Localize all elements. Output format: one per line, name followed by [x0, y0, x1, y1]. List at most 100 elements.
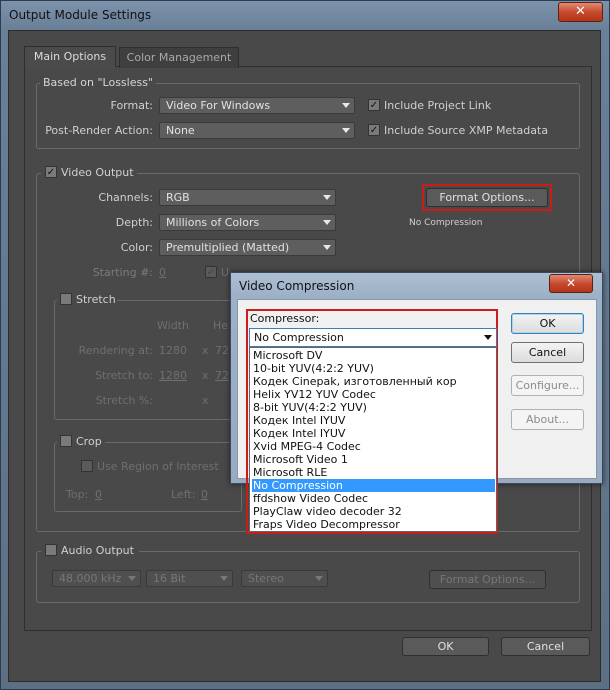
compressor-select[interactable]: No Compression	[249, 328, 497, 347]
video-output-checkbox[interactable]: ✓	[45, 166, 57, 178]
include-project-link-checkbox[interactable]: ✓	[368, 99, 380, 111]
vc-configure-button[interactable]: Configure...	[511, 375, 584, 396]
tab-main-options[interactable]: Main Options	[24, 46, 116, 67]
vc-about-button[interactable]: About...	[511, 409, 584, 430]
stretch-to-label: Stretch to:	[95, 369, 153, 382]
audio-rate-select[interactable]: 48.000 kHz	[52, 570, 141, 587]
chevron-down-icon	[342, 128, 350, 133]
ok-button[interactable]: OK	[402, 637, 489, 656]
width-column-header: Width	[157, 319, 189, 332]
compressor-dropdown-list: Microsoft DV 10-bit YUV(4:2:2 YUV) Кодек…	[249, 347, 497, 532]
rendering-at-label: Rendering at:	[78, 344, 153, 357]
use-comp-frame-label: U	[221, 266, 230, 279]
starting-number-label: Starting #:	[92, 266, 153, 279]
rendering-at-width: 1280	[159, 344, 187, 357]
video-compression-title: Video Compression	[239, 279, 355, 293]
crop-left-field[interactable]: 0	[201, 488, 208, 501]
starting-number-field[interactable]: 0	[159, 266, 166, 279]
close-icon: ✕	[565, 276, 577, 290]
audio-output-checkbox[interactable]	[45, 544, 57, 556]
channels-label: Channels:	[98, 191, 153, 204]
video-compression-close-button[interactable]: ✕	[549, 274, 593, 293]
crop-group	[54, 442, 242, 512]
audio-rate-value: 48.000 kHz	[59, 572, 122, 585]
stretch-to-height-field[interactable]: 72	[215, 369, 229, 382]
compressor-option[interactable]: Кодек Intel IYUV	[252, 414, 495, 427]
crop-left-label: Left:	[171, 488, 196, 501]
audio-output-label: Audio Output	[61, 544, 134, 557]
cancel-button[interactable]: Cancel	[501, 637, 590, 656]
vc-cancel-button[interactable]: Cancel	[511, 342, 584, 363]
crop-label: Crop	[76, 435, 102, 448]
use-roi-label: Use Region of Interest	[97, 460, 219, 473]
crop-top-label: Top:	[66, 488, 89, 501]
chevron-down-icon	[128, 576, 136, 581]
crop-top-field[interactable]: 0	[95, 488, 102, 501]
compressor-option[interactable]: PlayClaw video decoder 32	[252, 505, 495, 518]
stretch-to-x: x	[202, 369, 209, 382]
include-xmp-label: Include Source XMP Metadata	[384, 124, 549, 137]
format-select-value: Video For Windows	[166, 99, 271, 112]
tab-color-management[interactable]: Color Management	[119, 47, 239, 68]
based-on-group	[36, 83, 580, 149]
audio-format-options-button[interactable]: Format Options...	[429, 570, 546, 589]
channels-select[interactable]: RGB	[159, 189, 336, 206]
compressor-label: Compressor:	[250, 312, 320, 325]
depth-label: Depth:	[115, 216, 153, 229]
color-label: Color:	[120, 241, 153, 254]
audio-bits-value: 16 Bit	[153, 572, 186, 585]
depth-select[interactable]: Millions of Colors	[159, 214, 336, 231]
compressor-option[interactable]: Microsoft Video 1	[252, 453, 495, 466]
rendering-at-x: x	[202, 344, 209, 357]
stretch-label: Stretch	[76, 293, 116, 306]
post-render-select[interactable]: None	[159, 122, 355, 139]
window-close-button[interactable]: ✕	[558, 2, 603, 22]
compressor-option[interactable]: ffdshow Video Codec	[252, 492, 495, 505]
chevron-down-icon	[323, 245, 331, 250]
use-comp-frame-checkbox[interactable]: ✓	[205, 266, 217, 278]
audio-channels-value: Stereo	[248, 572, 284, 585]
format-options-button[interactable]: Format Options...	[426, 188, 548, 207]
rendering-at-height: 72	[215, 344, 229, 357]
include-project-link-label: Include Project Link	[384, 99, 492, 112]
vc-ok-button[interactable]: OK	[511, 313, 584, 334]
chevron-down-icon	[484, 335, 492, 340]
stretch-percent-label: Stretch %:	[95, 394, 153, 407]
color-select-value: Premultiplied (Matted)	[166, 241, 290, 254]
post-render-label: Post-Render Action:	[45, 124, 153, 137]
compressor-option[interactable]: 8-bit YUV(4:2:2 YUV)	[252, 401, 495, 414]
compressor-select-value: No Compression	[254, 331, 344, 344]
color-select[interactable]: Premultiplied (Matted)	[159, 239, 336, 256]
compressor-option[interactable]: Fraps Video Decompressor	[252, 518, 495, 531]
stretch-checkbox[interactable]	[60, 293, 72, 305]
audio-channels-select[interactable]: Stereo	[241, 570, 328, 587]
include-xmp-checkbox[interactable]: ✓	[368, 124, 380, 136]
chevron-down-icon	[342, 103, 350, 108]
chevron-down-icon	[220, 576, 228, 581]
post-render-select-value: None	[166, 124, 195, 137]
audio-bits-select[interactable]: 16 Bit	[146, 570, 233, 587]
chevron-down-icon	[315, 576, 323, 581]
compressor-option[interactable]: Кодек Intel IYUV	[252, 427, 495, 440]
crop-checkbox[interactable]	[60, 435, 72, 447]
compressor-option[interactable]: 10-bit YUV(4:2:2 YUV)	[252, 362, 495, 375]
compressor-option[interactable]: Кодек Cinepak, изготовленный кор	[252, 375, 495, 388]
based-on-label: Based on "Lossless"	[40, 76, 156, 89]
window-title: Output Module Settings	[9, 8, 152, 22]
chevron-down-icon	[323, 220, 331, 225]
compression-status: No Compression	[409, 218, 483, 228]
height-column-header: He	[213, 319, 229, 332]
compressor-option[interactable]: Xvid MPEG-4 Codec	[252, 440, 495, 453]
use-roi-checkbox[interactable]	[81, 460, 93, 472]
stretch-percent-x: x	[202, 394, 209, 407]
compressor-option[interactable]: Helix YV12 YUV Codec	[252, 388, 495, 401]
compressor-option[interactable]: Microsoft RLE	[252, 466, 495, 479]
channels-select-value: RGB	[166, 191, 190, 204]
compressor-option-highlighted[interactable]: No Compression	[252, 479, 495, 492]
format-select[interactable]: Video For Windows	[159, 97, 355, 114]
depth-select-value: Millions of Colors	[166, 216, 260, 229]
close-icon: ✕	[575, 4, 586, 19]
chevron-down-icon	[323, 195, 331, 200]
stretch-to-width-field[interactable]: 1280	[159, 369, 187, 382]
compressor-option[interactable]: Microsoft DV	[252, 349, 495, 362]
